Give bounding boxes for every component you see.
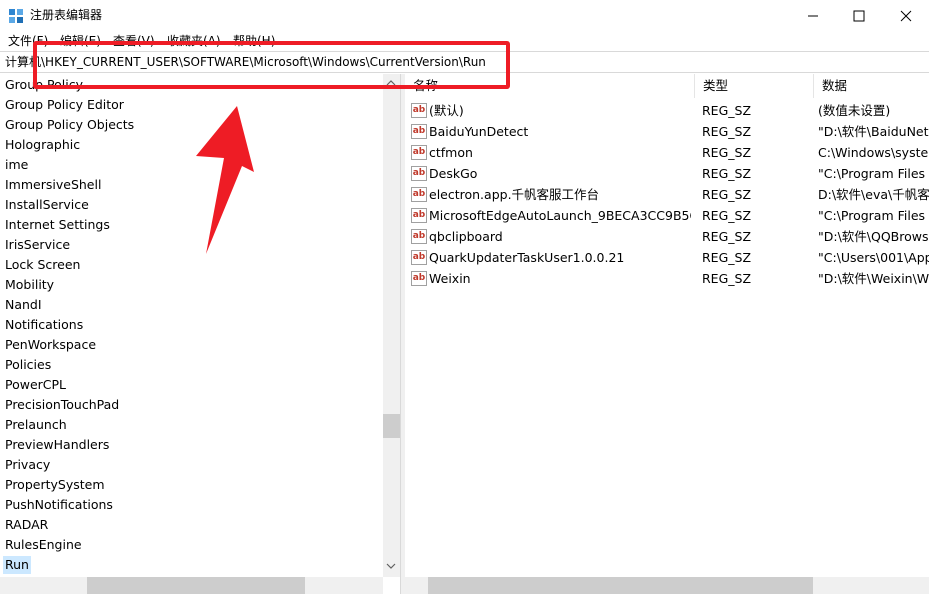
value-row[interactable]: ab electron.app.千帆客服工作台 REG_SZ D:\软件\eva\千帆… [405, 184, 929, 205]
value-name: (默认) [429, 103, 464, 118]
tree-item[interactable]: Mobility [5, 276, 54, 294]
tree-vertical-scroll-thumb[interactable] [383, 414, 400, 438]
value-type: REG_SZ [702, 166, 752, 181]
value-data: "C:\Program Files [818, 208, 926, 223]
value-type: REG_SZ [702, 187, 752, 202]
string-value-icon: ab [411, 271, 427, 286]
value-type: REG_SZ [702, 271, 752, 286]
tree-item[interactable]: Run [3, 556, 31, 574]
close-icon [900, 10, 912, 21]
value-data: "C:\Program Files [818, 166, 926, 181]
tree-item[interactable]: ime [5, 156, 28, 174]
string-value-icon: ab [411, 229, 427, 244]
tree-item[interactable]: PushNotifications [5, 496, 113, 514]
column-header-data[interactable]: 数据 [814, 74, 929, 98]
annotation-arrow-icon [196, 106, 254, 254]
tree-item[interactable]: Holographic [5, 136, 80, 154]
value-data: C:\Windows\syste [818, 145, 929, 160]
value-row[interactable]: ab (默认) REG_SZ (数值未设置) [405, 100, 929, 121]
tree-item[interactable]: RulesEngine [5, 536, 82, 554]
tree-item[interactable]: InstallService [5, 196, 89, 214]
value-type: REG_SZ [702, 229, 752, 244]
string-value-icon: ab [411, 145, 427, 160]
value-type: REG_SZ [702, 124, 752, 139]
value-type: REG_SZ [702, 208, 752, 223]
value-name: ctfmon [429, 145, 473, 160]
maximize-icon [853, 10, 865, 21]
tree-vertical-scrollbar[interactable] [383, 74, 400, 577]
scroll-down-icon[interactable] [386, 563, 396, 569]
tree-item[interactable]: PenWorkspace [5, 336, 96, 354]
tree-item[interactable]: Privacy [5, 456, 50, 474]
tree-item[interactable]: Internet Settings [5, 216, 110, 234]
tree-item[interactable]: Lock Screen [5, 256, 80, 274]
tree-item[interactable]: Notifications [5, 316, 83, 334]
value-name: MicrosoftEdgeAutoLaunch_9BECA3CC9B5C... [429, 208, 691, 223]
value-data: "D:\软件\QQBrows [818, 229, 929, 244]
column-header-type[interactable]: 类型 [695, 74, 814, 98]
value-row[interactable]: ab qbclipboard REG_SZ "D:\软件\QQBrows [405, 226, 929, 247]
value-data: "C:\Users\001\App [818, 250, 929, 265]
value-name: BaiduYunDetect [429, 124, 529, 139]
string-value-icon: ab [411, 208, 427, 223]
minimize-icon [808, 15, 818, 16]
tree-item[interactable]: Prelaunch [5, 416, 67, 434]
value-name: QuarkUpdaterTaskUser1.0.0.21 [429, 250, 625, 265]
tree-item[interactable]: NandI [5, 296, 42, 314]
title-bar: 注册表编辑器 [0, 0, 929, 31]
tree-item[interactable]: PowerCPL [5, 376, 66, 394]
string-value-icon: ab [411, 124, 427, 139]
value-type: REG_SZ [702, 145, 752, 160]
string-value-icon: ab [411, 103, 427, 118]
tree-item[interactable]: PrecisionTouchPad [5, 396, 119, 414]
tree-horizontal-scroll-thumb[interactable] [87, 577, 305, 594]
annotation-highlight-box [33, 41, 510, 89]
value-name: DeskGo [429, 166, 478, 181]
value-name: electron.app.千帆客服工作台 [429, 187, 600, 202]
value-data: (数值未设置) [818, 103, 891, 118]
value-row[interactable]: ab Weixin REG_SZ "D:\软件\Weixin\W [405, 268, 929, 289]
value-row[interactable]: ab BaiduYunDetect REG_SZ "D:\软件\BaiduNet [405, 121, 929, 142]
string-value-icon: ab [411, 187, 427, 202]
maximize-button[interactable] [836, 0, 882, 31]
tree-item[interactable]: PreviewHandlers [5, 436, 109, 454]
value-row[interactable]: ab ctfmon REG_SZ C:\Windows\syste [405, 142, 929, 163]
string-value-icon: ab [411, 250, 427, 265]
value-data: "D:\软件\Weixin\W [818, 271, 929, 286]
value-type: REG_SZ [702, 103, 752, 118]
value-row[interactable]: ab MicrosoftEdgeAutoLaunch_9BECA3CC9B5C..… [405, 205, 929, 226]
tree-item[interactable]: RADAR [5, 516, 48, 534]
list-horizontal-scroll-thumb[interactable] [428, 577, 813, 594]
tree-item[interactable]: Policies [5, 356, 51, 374]
minimize-button[interactable] [790, 0, 836, 31]
string-value-icon: ab [411, 166, 427, 181]
tree-item[interactable]: PropertySystem [5, 476, 105, 494]
tree-item[interactable]: ImmersiveShell [5, 176, 101, 194]
registry-app-icon [9, 9, 23, 23]
value-name: Weixin [429, 271, 471, 286]
value-row[interactable]: ab QuarkUpdaterTaskUser1.0.0.21 REG_SZ "C:\… [405, 247, 929, 268]
value-data: "D:\软件\BaiduNet [818, 124, 929, 139]
tree-item[interactable]: Group Policy Editor [5, 96, 124, 114]
value-type: REG_SZ [702, 250, 752, 265]
value-row[interactable]: ab DeskGo REG_SZ "C:\Program Files [405, 163, 929, 184]
tree-item[interactable]: IrisService [5, 236, 70, 254]
value-data: D:\软件\eva\千帆客 [818, 187, 929, 202]
close-button[interactable] [883, 0, 929, 31]
tree-item[interactable]: Group Policy Objects [5, 116, 134, 134]
value-name: qbclipboard [429, 229, 503, 244]
window-title: 注册表编辑器 [30, 8, 103, 22]
